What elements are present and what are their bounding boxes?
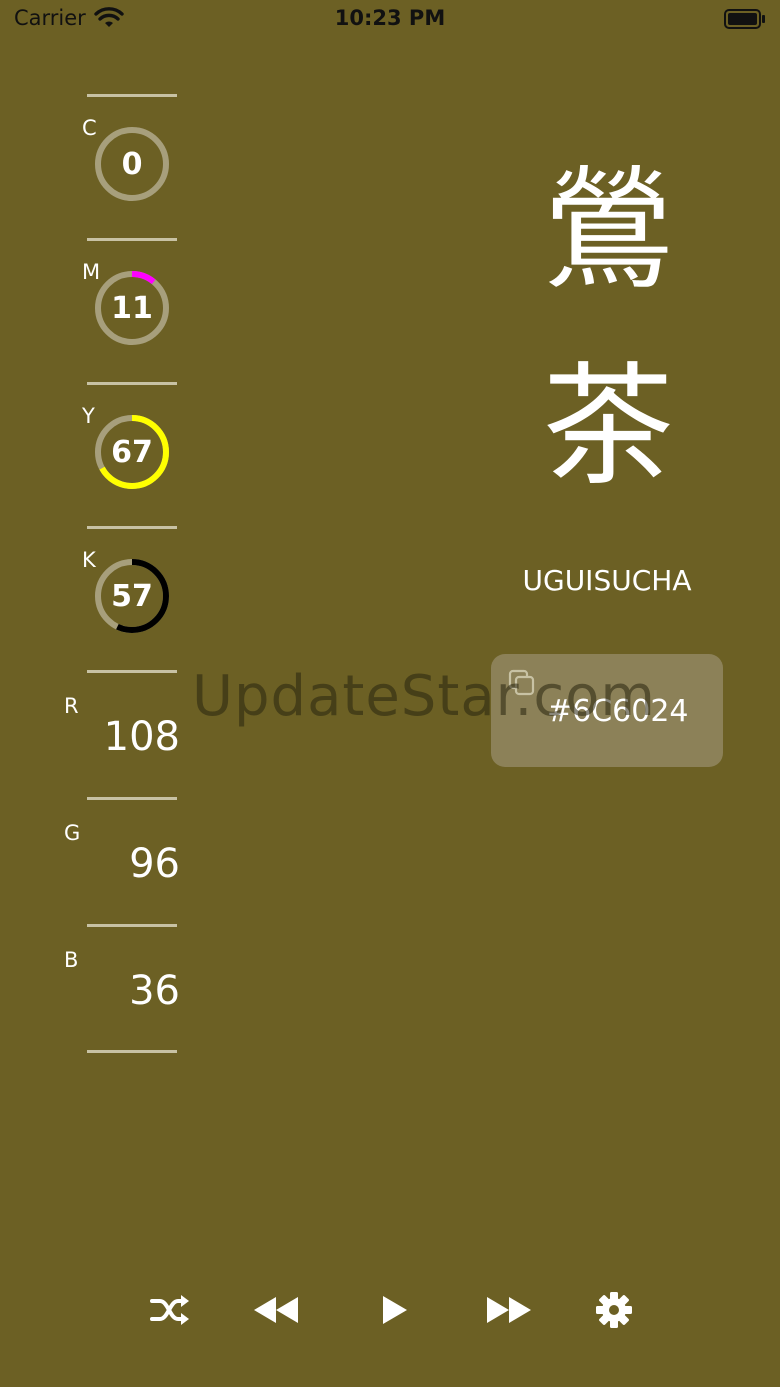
play-button[interactable] [370,1286,418,1334]
kanji-character-1: 鶯 [542,154,674,308]
red-value: 108 [103,714,180,760]
previous-button[interactable] [252,1286,300,1334]
kanji-character-2: 茶 [542,350,674,504]
fast-forward-icon [487,1297,531,1323]
rewind-icon [254,1297,298,1323]
divider [87,94,177,97]
divider [87,238,177,241]
clock: 10:23 PM [334,6,446,30]
yellow-value: 67 [111,434,153,470]
shuffle-icon [150,1295,189,1325]
red-label: R [64,694,79,718]
shuffle-button[interactable] [146,1286,194,1334]
divider [87,670,177,673]
play-icon [383,1296,407,1324]
magenta-value: 11 [111,290,153,326]
divider [87,526,177,529]
divider [87,1050,177,1053]
blue-value: 36 [129,968,180,1014]
color-name-romaji: UGUISUCHA [522,564,692,597]
settings-button[interactable] [590,1286,638,1334]
watermark: UpdateStar.com [192,664,656,729]
next-button[interactable] [485,1286,533,1334]
status-bar: Carrier 10:23 PM [0,0,780,40]
battery-icon [724,9,765,29]
green-value: 96 [129,841,180,887]
divider [87,382,177,385]
divider [87,924,177,927]
cyan-value: 0 [121,146,143,182]
divider [87,797,177,800]
gear-icon [596,1292,632,1328]
black-value: 57 [111,578,153,614]
green-label: G [64,821,81,845]
blue-label: B [64,948,79,972]
